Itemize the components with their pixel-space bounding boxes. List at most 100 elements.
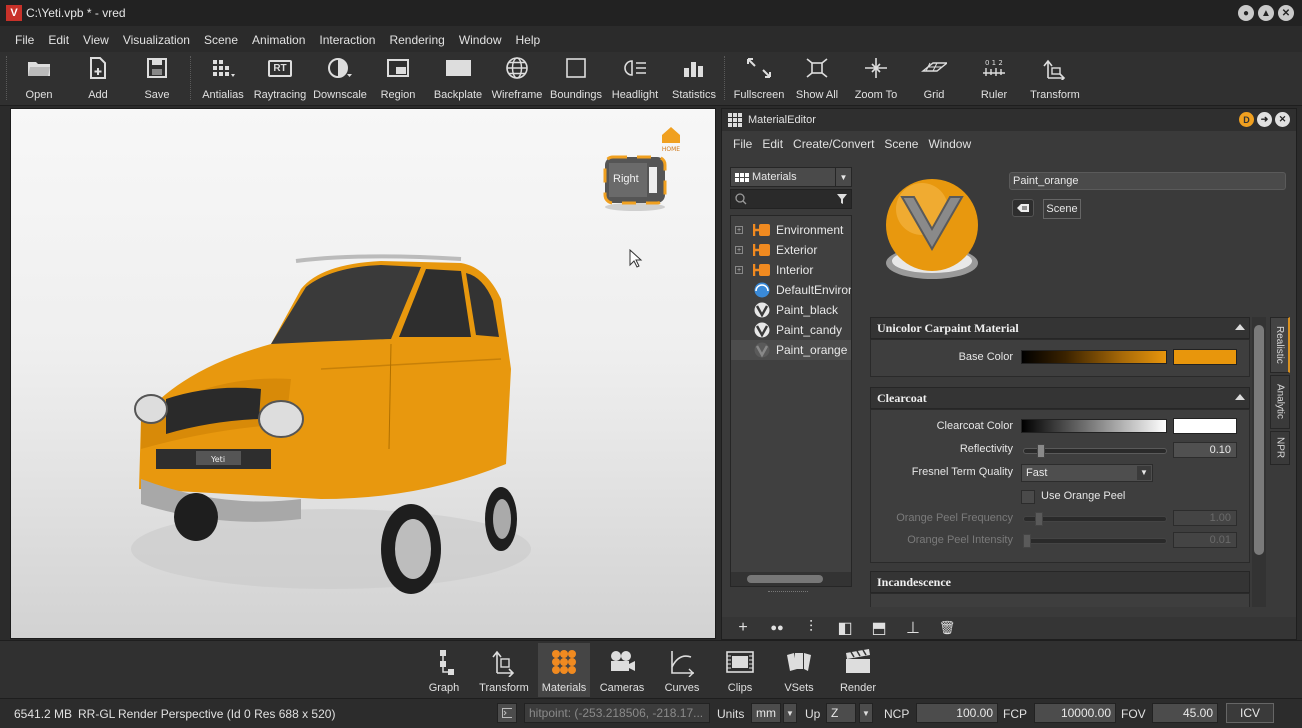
transform-button[interactable]: Transform (1028, 52, 1082, 106)
float-button[interactable]: ➜ (1257, 112, 1272, 127)
antialias-button[interactable]: Antialias (198, 52, 248, 106)
backplate-button[interactable]: Backplate (432, 52, 484, 106)
tree-item-interior[interactable]: + Interior (731, 260, 851, 280)
menu-help[interactable]: Help (509, 33, 548, 47)
me-menu-file[interactable]: File (728, 137, 757, 151)
wireframe-button[interactable]: Wireframe (490, 52, 544, 106)
me-menu-create-convert[interactable]: Create/Convert (788, 137, 879, 151)
assign-icon[interactable]: ◧ (834, 619, 856, 637)
fov-input[interactable]: 45.00 (1152, 703, 1218, 723)
tree-item-paint-candy[interactable]: Paint_candy (731, 320, 851, 340)
module-graph[interactable]: Graph (424, 643, 464, 697)
base-color-gradient[interactable] (1021, 350, 1167, 364)
tree-item-exterior[interactable]: + Exterior (731, 240, 851, 260)
me-menu-window[interactable]: Window (923, 137, 976, 151)
fcp-input[interactable]: 10000.00 (1034, 703, 1116, 723)
up-axis-dropdown-icon[interactable]: ▼ (859, 703, 873, 723)
module-vsets[interactable]: VSets (780, 643, 818, 697)
zoom-to-button[interactable]: Zoom To (852, 52, 900, 106)
region-button[interactable]: Region (378, 52, 418, 106)
clearcoat-color-gradient[interactable] (1021, 419, 1167, 433)
material-name-field[interactable]: Paint_orange (1009, 172, 1286, 190)
clearcoat-color-swatch[interactable] (1173, 418, 1237, 434)
statistics-button[interactable]: Statistics (670, 52, 718, 106)
section-header-unicolor[interactable]: Unicolor Carpaint Material (870, 317, 1250, 339)
car-model[interactable]: Yeti (121, 249, 531, 609)
module-clips[interactable]: Clips (722, 643, 758, 697)
add-material-icon[interactable]: + (732, 619, 754, 637)
section-header-clearcoat[interactable]: Clearcoat (870, 387, 1250, 409)
tab-realistic[interactable]: Realistic (1270, 317, 1290, 373)
open-button[interactable]: Open (18, 52, 60, 106)
delete-icon[interactable]: 🗑 (936, 619, 958, 637)
material-search-input[interactable] (730, 189, 852, 209)
view-cube[interactable]: Right (603, 153, 667, 213)
fullscreen-button[interactable]: Fullscreen (732, 52, 786, 106)
menu-rendering[interactable]: Rendering (382, 33, 451, 47)
menu-interaction[interactable]: Interaction (312, 33, 382, 47)
icv-button[interactable]: ICV (1226, 703, 1274, 723)
me-menu-edit[interactable]: Edit (757, 137, 788, 151)
menu-edit[interactable]: Edit (41, 33, 76, 47)
reflectivity-slider[interactable] (1023, 448, 1167, 454)
tab-analytic[interactable]: Analytic (1270, 375, 1290, 429)
close-button[interactable]: ✕ (1278, 5, 1294, 21)
tag-icon[interactable] (1012, 199, 1034, 217)
up-axis-select[interactable]: Z (826, 703, 856, 723)
menu-window[interactable]: Window (452, 33, 509, 47)
duplicate-icon[interactable]: ●● (766, 619, 788, 637)
ruler-tool-icon[interactable]: ⫶ (800, 619, 822, 637)
menu-scene[interactable]: Scene (197, 33, 245, 47)
me-menu-scene[interactable]: Scene (879, 137, 923, 151)
raytracing-button[interactable]: RT Raytracing (252, 52, 308, 106)
ruler-button[interactable]: 0 1 2 Ruler (976, 52, 1012, 106)
resize-grip[interactable] (768, 591, 808, 592)
section-header-incandescence[interactable]: Incandescence (870, 571, 1250, 593)
dock-button[interactable]: D (1239, 112, 1254, 127)
apply-icon[interactable]: ⊥ (902, 619, 924, 637)
menu-view[interactable]: View (76, 33, 116, 47)
headlight-button[interactable]: Headlight (610, 52, 660, 106)
pick-icon[interactable]: ⬒ (868, 619, 890, 637)
menu-visualization[interactable]: Visualization (116, 33, 197, 47)
orange-peel-checkbox[interactable] (1021, 490, 1035, 504)
tree-horizontal-scrollbar[interactable] (731, 572, 851, 586)
tab-npr[interactable]: NPR (1270, 431, 1290, 465)
properties-vertical-scrollbar[interactable] (1252, 317, 1266, 607)
save-button[interactable]: Save (138, 52, 176, 106)
add-button[interactable]: Add (80, 52, 116, 106)
filter-icon[interactable] (836, 193, 848, 205)
module-cameras[interactable]: Cameras (598, 643, 646, 697)
menu-file[interactable]: File (8, 33, 41, 47)
expand-icon[interactable]: + (735, 266, 743, 274)
base-color-swatch[interactable] (1173, 349, 1237, 365)
minimize-button[interactable]: ● (1238, 5, 1254, 21)
show-all-button[interactable]: Show All (794, 52, 840, 106)
module-curves[interactable]: Curves (660, 643, 704, 697)
tree-item-environment[interactable]: + Environment (731, 220, 851, 240)
ncp-input[interactable]: 100.00 (916, 703, 998, 723)
expand-icon[interactable]: + (735, 246, 743, 254)
scene-button[interactable]: Scene (1043, 199, 1081, 219)
tree-item-default-environment[interactable]: DefaultEnvironment (731, 280, 851, 300)
fresnel-quality-select[interactable]: Fast ▼ (1021, 464, 1153, 482)
menu-animation[interactable]: Animation (245, 33, 312, 47)
module-render[interactable]: Render (836, 643, 880, 697)
downscale-button[interactable]: Downscale (312, 52, 368, 106)
tree-item-paint-orange[interactable]: Paint_orange (731, 340, 851, 360)
render-viewport[interactable]: HOME Right Yeti (10, 108, 716, 639)
expand-icon[interactable]: + (735, 226, 743, 234)
reflectivity-slider-handle[interactable] (1036, 444, 1045, 458)
boundings-button[interactable]: Boundings (548, 52, 604, 106)
panel-close-button[interactable]: ✕ (1275, 112, 1290, 127)
grid-button[interactable]: Grid (916, 52, 952, 106)
units-select[interactable]: mm (751, 703, 781, 723)
maximize-button[interactable]: ▲ (1258, 5, 1274, 21)
home-icon[interactable]: HOME (659, 125, 683, 153)
terminal-icon[interactable] (497, 703, 517, 723)
tree-item-paint-black[interactable]: Paint_black (731, 300, 851, 320)
module-materials[interactable]: Materials (538, 643, 590, 697)
reflectivity-value[interactable]: 0.10 (1173, 442, 1237, 458)
module-transform[interactable]: Transform (476, 643, 532, 697)
material-filter-select[interactable]: Materials ▼ (730, 167, 852, 187)
